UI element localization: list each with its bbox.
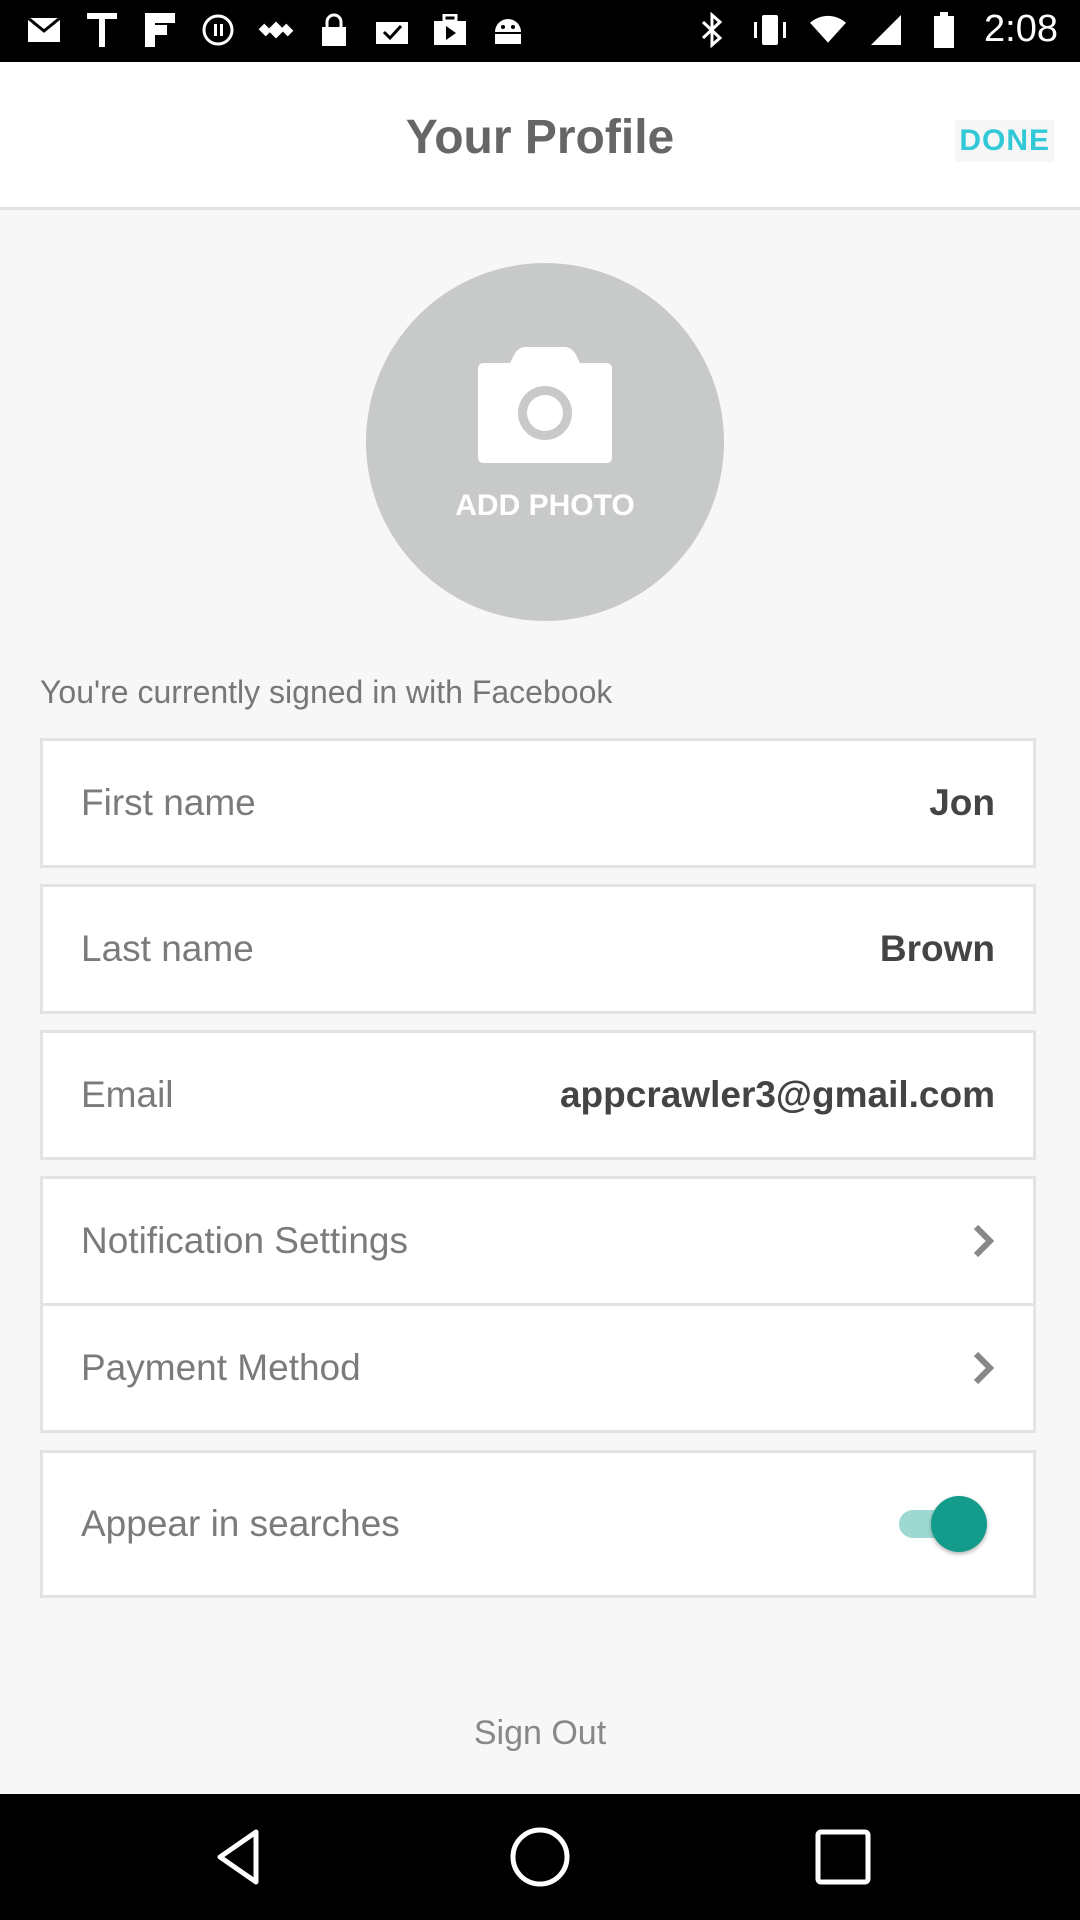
notification-settings-row[interactable]: Notification Settings	[40, 1176, 1036, 1306]
lock-icon	[316, 12, 352, 48]
status-left-icons	[26, 12, 526, 48]
notification-settings-label: Notification Settings	[81, 1220, 409, 1261]
status-time: 2:08	[984, 8, 1058, 50]
clipboard-check-icon	[374, 12, 410, 48]
home-icon[interactable]	[507, 1824, 573, 1890]
mail-icon	[26, 12, 62, 48]
navigation-bar	[0, 1794, 1080, 1920]
first-name-label: First name	[81, 782, 256, 823]
appear-in-searches-row: Appear in searches	[40, 1450, 1036, 1598]
first-name-row[interactable]: First name Jon	[40, 738, 1036, 868]
text-icon	[84, 12, 120, 48]
bluetooth-icon	[694, 11, 730, 48]
chevron-right-icon	[971, 1350, 997, 1386]
add-photo-label: ADD PHOTO	[455, 489, 635, 522]
appear-in-searches-label: Appear in searches	[81, 1503, 400, 1544]
recents-icon[interactable]	[810, 1824, 876, 1890]
payment-method-label: Payment Method	[81, 1347, 361, 1388]
back-icon[interactable]	[206, 1824, 272, 1890]
battery-icon	[926, 11, 962, 48]
sign-out-button[interactable]: Sign Out	[0, 1714, 1080, 1753]
email-label: Email	[81, 1074, 174, 1115]
wifi-icon	[810, 12, 847, 48]
page-title: Your Profile	[405, 111, 675, 164]
satellite-icon	[258, 12, 294, 48]
last-name-value[interactable]: Brown	[880, 928, 995, 970]
email-value[interactable]: appcrawler3@gmail.com	[560, 1074, 995, 1116]
email-row[interactable]: Email appcrawler3@gmail.com	[40, 1030, 1036, 1160]
circle-icon	[200, 12, 236, 48]
status-right-icons: 2:08	[694, 8, 1058, 51]
last-name-label: Last name	[81, 928, 254, 969]
android-icon	[490, 12, 526, 48]
status-bar: 2:08	[0, 0, 1080, 62]
toggle-thumb	[931, 1496, 987, 1552]
done-button[interactable]: DONE	[955, 120, 1054, 162]
camera-icon	[478, 347, 612, 463]
signal-icon	[868, 12, 904, 48]
flipboard-icon	[142, 12, 178, 48]
app-bar: Your Profile DONE	[0, 62, 1080, 210]
vibrate-icon	[752, 12, 788, 48]
add-photo-button[interactable]: ADD PHOTO	[366, 263, 724, 621]
appear-in-searches-toggle[interactable]	[893, 1496, 987, 1552]
briefcase-play-icon	[432, 12, 468, 48]
payment-method-row[interactable]: Payment Method	[40, 1303, 1036, 1433]
first-name-value[interactable]: Jon	[929, 782, 995, 824]
chevron-right-icon	[971, 1223, 997, 1259]
signed-in-notice: You're currently signed in with Facebook	[40, 674, 613, 710]
last-name-row[interactable]: Last name Brown	[40, 884, 1036, 1014]
